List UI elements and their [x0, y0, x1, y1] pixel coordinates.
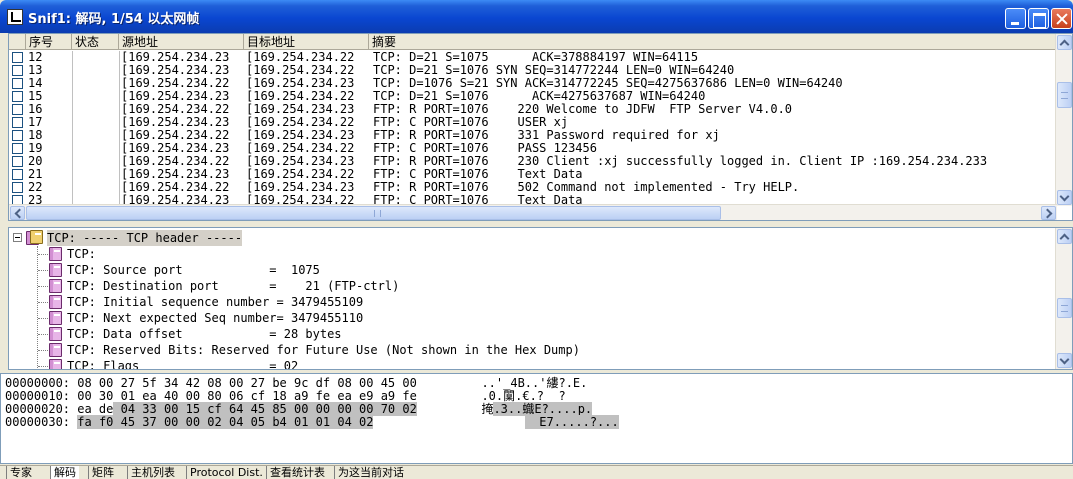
bottom-tab-strip: 专家 解码 矩阵 主机列表 Protocol Dist. 查看统计表 为这当前对话 — [0, 465, 1073, 479]
tab-0[interactable]: 专家 — [6, 466, 35, 479]
hex-dump: 00000000: 08 00 27 5f 34 42 08 00 27 be … — [5, 377, 1065, 429]
field-book-icon — [49, 295, 62, 309]
packet-checkbox[interactable] — [12, 143, 23, 154]
header-col-status[interactable]: 状态 — [72, 34, 119, 50]
hex-bytes-selected: fa f0 45 37 00 00 02 04 05 b4 01 01 04 0… — [77, 415, 374, 429]
decode-field-label: TCP: Initial sequence number = 347945510… — [67, 295, 364, 309]
header-col-no[interactable]: 序号 — [26, 34, 72, 50]
decode-field-label: TCP: Flags = 02 — [67, 359, 299, 370]
tab-2[interactable]: 矩阵 — [88, 466, 117, 479]
field-book-icon — [49, 311, 62, 325]
hex-bytes: 00 30 01 ea 40 00 80 06 cf 18 a9 fe ea e… — [70, 389, 417, 403]
packet-list-body: 12 [169.254.234.23 [169.254.234.22 TCP: D=2… — [9, 51, 1057, 206]
packet-checkbox[interactable] — [12, 78, 23, 89]
packet-list[interactable]: 序号 状态 源地址 目标地址 摘要 12 [169.254.234.23 [169.… — [8, 33, 1073, 221]
scroll-thumb[interactable] — [1057, 82, 1072, 108]
header-col-summary[interactable]: 摘要 — [369, 34, 1057, 50]
title-bar[interactable]: Snif1: 解码, 1/54 以太网帧 — [0, 0, 1073, 33]
tab-4[interactable]: Protocol Dist. — [186, 466, 266, 479]
packet-checkbox[interactable] — [12, 117, 23, 128]
packet-list-hscroll[interactable] — [9, 204, 1057, 220]
field-book-icon — [49, 263, 62, 277]
decode-vscroll[interactable] — [1055, 228, 1072, 369]
field-book-icon — [49, 327, 62, 341]
hex-offset: 00000000: — [5, 376, 71, 390]
hex-row[interactable]: 00000030: fa f0 45 37 00 00 02 04 05 b4 … — [5, 415, 1065, 429]
decode-tree: TCP: ----- TCP header ----- TCP: TCP: Sour… — [9, 228, 1057, 369]
field-book-icon — [49, 343, 62, 357]
tab-5[interactable]: 查看统计表 — [266, 466, 328, 479]
hex-offset: 00000010: — [5, 389, 71, 403]
decode-field-label: TCP: Source port = 1075 — [67, 263, 320, 277]
scroll-up-icon[interactable] — [1057, 229, 1072, 244]
packet-list-header: 序号 状态 源地址 目标地址 摘要 — [9, 34, 1057, 50]
window-title: Snif1: 解码, 1/54 以太网帧 — [28, 12, 200, 27]
decode-field-label: TCP: Reserved Bits: Reserved for Future … — [67, 343, 580, 357]
packet-checkbox[interactable] — [12, 52, 23, 63]
app-icon[interactable] — [7, 9, 23, 25]
decode-field-label: TCP: Data offset = 28 bytes — [67, 327, 342, 341]
hex-offset: 00000020: — [5, 402, 71, 416]
decode-field-label: TCP: — [67, 247, 96, 261]
close-button[interactable] — [1051, 8, 1072, 29]
hex-bytes-selected: 04 33 00 15 cf 64 45 85 00 00 00 00 70 0… — [113, 402, 417, 416]
decode-pane[interactable]: TCP: ----- TCP header ----- TCP: TCP: Sour… — [8, 227, 1073, 370]
scroll-thumb[interactable] — [26, 206, 721, 220]
tab-1[interactable]: 解码 — [50, 466, 79, 479]
packet-checkbox[interactable] — [12, 104, 23, 115]
scroll-up-icon[interactable] — [1057, 35, 1072, 50]
protocol-folder-icon — [26, 230, 44, 246]
packet-checkbox[interactable] — [12, 169, 23, 180]
maximize-button[interactable] — [1028, 8, 1049, 29]
collapse-icon[interactable] — [13, 233, 22, 242]
header-col-source[interactable]: 源地址 — [119, 34, 244, 50]
tab-6[interactable]: 为这当前对话 — [334, 466, 407, 479]
decode-field-label: TCP: Destination port = 21 (FTP-ctrl) — [67, 279, 400, 293]
field-book-icon — [49, 279, 62, 293]
packet-checkbox[interactable] — [12, 182, 23, 193]
hex-bytes: ea de — [70, 402, 114, 416]
hex-dump-pane[interactable]: 00000000: 08 00 27 5f 34 42 08 00 27 be … — [0, 373, 1073, 464]
scroll-down-icon[interactable] — [1057, 353, 1072, 368]
scroll-left-icon[interactable] — [10, 206, 25, 220]
header-check-column[interactable] — [9, 34, 26, 50]
header-col-destination[interactable]: 目标地址 — [244, 34, 369, 50]
field-book-icon — [49, 359, 62, 369]
scroll-down-icon[interactable] — [1057, 190, 1072, 205]
field-book-icon — [49, 247, 62, 261]
packet-checkbox[interactable] — [12, 65, 23, 76]
tab-3[interactable]: 主机列表 — [127, 466, 178, 479]
scroll-right-icon[interactable] — [1041, 206, 1056, 220]
packet-checkbox[interactable] — [12, 130, 23, 141]
packet-list-vscroll[interactable] — [1055, 34, 1072, 206]
packet-checkbox[interactable] — [12, 91, 23, 102]
hex-offset: 00000030: — [5, 415, 71, 429]
decode-root-label: TCP: ----- TCP header ----- — [47, 230, 243, 246]
scroll-thumb[interactable] — [1057, 298, 1072, 318]
minimize-button[interactable] — [1005, 8, 1026, 29]
decode-field-label: TCP: Next expected Seq number= 347945511… — [67, 311, 364, 325]
packet-checkbox[interactable] — [12, 156, 23, 167]
hex-bytes: 08 00 27 5f 34 42 08 00 27 be 9c df 08 0… — [70, 376, 417, 390]
hex-ascii: E7.....?... — [524, 415, 619, 429]
